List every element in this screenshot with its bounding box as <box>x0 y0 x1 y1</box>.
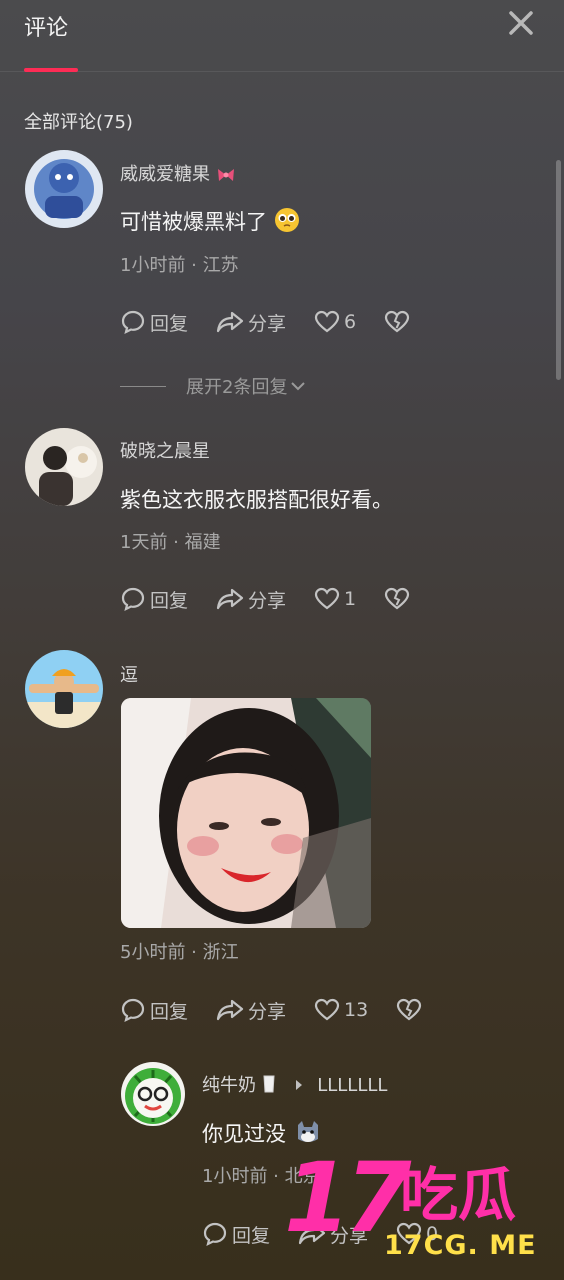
like-count: 1 <box>344 588 357 610</box>
share-arrow-icon <box>216 588 244 610</box>
comment-actions: 回复 分享 6 <box>120 307 442 337</box>
comment-text: 可惜被爆黑料了 <box>120 206 300 236</box>
broken-heart-icon <box>385 310 410 333</box>
share-button[interactable]: 分享 <box>216 309 286 336</box>
comment-meta: 5小时前 · 浙江 <box>120 942 239 963</box>
avatar[interactable] <box>25 428 103 506</box>
reply-button[interactable]: 回复 <box>120 997 188 1024</box>
username[interactable]: 逗 <box>120 661 138 687</box>
comment-actions: 回复 分享 1 <box>120 584 442 614</box>
heart-icon <box>314 310 340 333</box>
avatar[interactable] <box>25 150 103 228</box>
expand-replies-button[interactable]: 展开2条回复 <box>120 373 307 399</box>
comments-header: 评论 <box>0 0 564 72</box>
panel-title: 评论 <box>24 16 69 41</box>
comment-bubble-icon <box>121 310 145 335</box>
reply-button[interactable]: 回复 <box>120 586 188 613</box>
share-arrow-icon <box>216 311 244 333</box>
share-button[interactable]: 分享 <box>216 586 286 613</box>
username[interactable]: 纯牛奶 <box>202 1075 256 1096</box>
heart-icon <box>314 587 340 610</box>
dislike-button[interactable] <box>396 998 426 1022</box>
reply-button[interactable]: 回复 <box>202 1221 270 1248</box>
broken-heart-icon <box>397 998 422 1021</box>
close-icon[interactable] <box>506 8 536 38</box>
comment-count: 全部评论(75) <box>24 112 133 133</box>
scrollbar[interactable] <box>556 160 561 380</box>
avatar[interactable] <box>121 1062 185 1126</box>
pleading-emoji-icon <box>274 208 299 232</box>
reply-to-username[interactable]: LLLLLLL <box>317 1075 387 1096</box>
like-button[interactable]: 1 <box>314 587 356 611</box>
username[interactable]: 威威爱糖果 <box>120 160 236 186</box>
dislike-button[interactable] <box>384 587 414 611</box>
comment-bubble-icon <box>121 998 145 1023</box>
comment-meta: 1小时前 · 江苏 <box>120 255 239 276</box>
chevron-down-icon <box>291 382 306 391</box>
heart-icon <box>314 998 340 1021</box>
bow-badge-icon <box>217 169 234 181</box>
broken-heart-icon <box>385 587 410 610</box>
watermark-text: 吃瓜 <box>400 1161 517 1229</box>
like-count: 6 <box>344 311 357 333</box>
watermark-url: 17CG. ME <box>384 1230 537 1261</box>
milk-glass-icon <box>263 1075 275 1093</box>
comment-bubble-icon <box>203 1222 227 1247</box>
username[interactable]: 破晓之晨星 <box>120 437 210 463</box>
avatar[interactable] <box>25 650 103 728</box>
like-button[interactable]: 13 <box>314 998 368 1022</box>
reply-to-arrow-icon <box>296 1080 303 1090</box>
share-arrow-icon <box>216 999 244 1021</box>
comment-actions: 回复 分享 13 <box>120 995 454 1025</box>
tab-underline <box>24 68 78 72</box>
comment-bubble-icon <box>121 587 145 612</box>
share-button[interactable]: 分享 <box>216 997 286 1024</box>
comment-text: 紫色这衣服衣服搭配很好看。 <box>120 488 393 512</box>
comment-meta: 1天前 · 福建 <box>120 532 221 553</box>
comment-image[interactable] <box>121 698 371 928</box>
like-button[interactable]: 6 <box>314 310 356 334</box>
dislike-button[interactable] <box>384 310 414 334</box>
reply-header: 纯牛奶 LLLLLLL <box>202 1071 387 1097</box>
divider <box>120 385 166 387</box>
reply-button[interactable]: 回复 <box>120 309 188 336</box>
like-count: 13 <box>344 999 369 1021</box>
